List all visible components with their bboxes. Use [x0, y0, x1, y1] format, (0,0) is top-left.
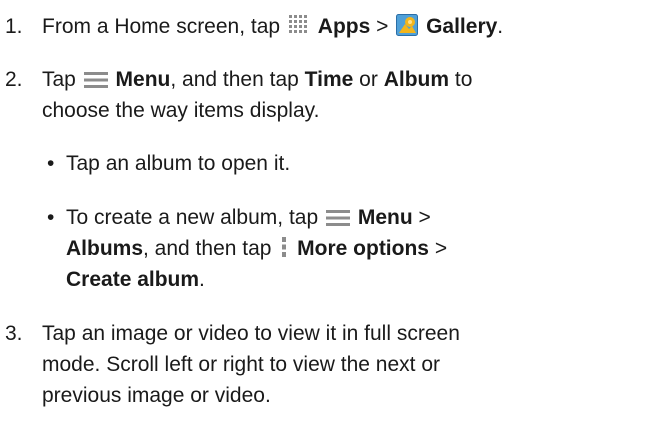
step-1-text: From a Home screen, tap Apps > Gallery. — [42, 14, 504, 38]
create-album-label: Create album — [66, 268, 200, 291]
album-label: Album — [383, 68, 450, 91]
more-options-icon — [282, 237, 287, 257]
instructions-document: 1. From a Home screen, tap Apps > Galler… — [0, 0, 668, 440]
menu-icon — [326, 210, 350, 226]
step-number: 1. — [5, 15, 23, 38]
gallery-label: Gallery — [426, 15, 498, 38]
step-3-text: Tap an image or video to view it in full… — [42, 322, 460, 407]
step-number: 2. — [5, 68, 23, 91]
menu-label: Menu — [357, 206, 413, 229]
bullet-dot: • — [47, 206, 55, 229]
step-number: 3. — [5, 322, 23, 345]
apps-grid-icon — [288, 15, 307, 33]
menu-label: Menu — [115, 68, 171, 91]
bullet-text: To create a new album, tap Menu > Albums… — [66, 206, 448, 291]
albums-label: Albums — [66, 237, 144, 260]
step-2-text: Tap Menu, and then tap Time or Album to … — [42, 68, 473, 122]
step-2-line-2: choose the way items display. — [42, 99, 320, 122]
bullet-dot: • — [47, 152, 55, 175]
time-label: Time — [304, 68, 354, 91]
more-options-label: More options — [297, 237, 429, 260]
apps-label: Apps — [317, 15, 371, 38]
bullet-text: Tap an album to open it. — [66, 152, 291, 175]
gallery-icon — [396, 14, 419, 36]
menu-icon — [83, 72, 108, 88]
